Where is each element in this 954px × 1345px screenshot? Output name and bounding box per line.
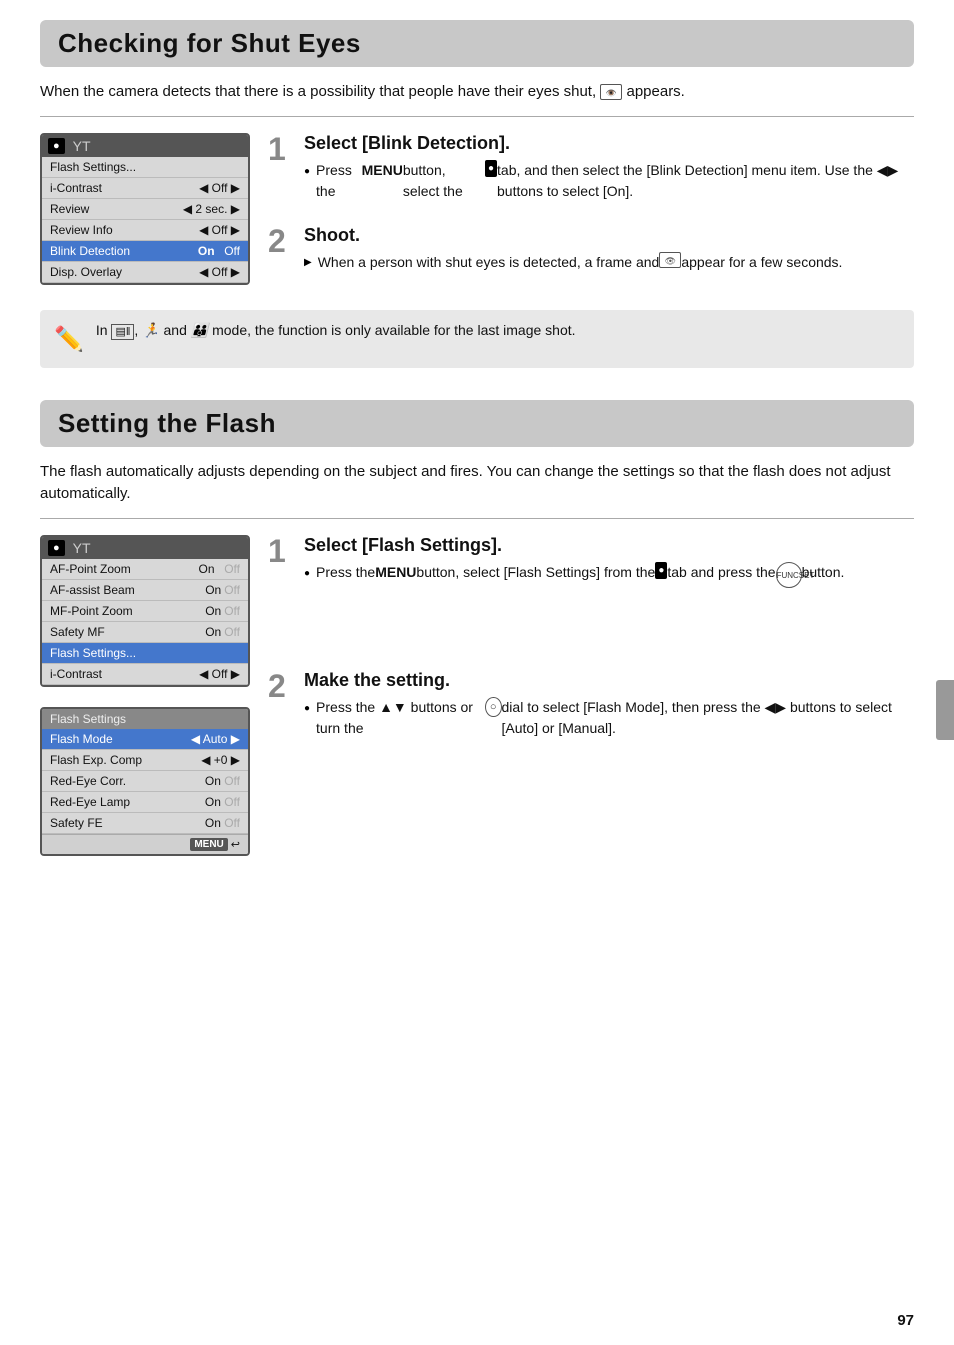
section1-header: Checking for Shut Eyes xyxy=(40,20,914,67)
step2-number: 2 xyxy=(268,225,304,257)
fs-header: Flash Settings xyxy=(42,709,248,729)
screen1-row-3: Review Info ◀ Off ▶ xyxy=(42,220,248,241)
screen1-row-1: i-Contrast ◀ Off ▶ xyxy=(42,178,248,199)
spacer xyxy=(268,610,914,670)
section2-step2: 2 Make the setting. Press the ▲▼ buttons… xyxy=(268,670,914,744)
s2-step1-content: Select [Flash Settings]. Press the MENU … xyxy=(304,535,914,592)
burst-icon: ▤‖ xyxy=(111,324,134,340)
shut-eye-icon: 👁️ xyxy=(600,84,622,100)
s2-step1-number: 1 xyxy=(268,535,304,567)
screen2-row-3: Safety MF On Off xyxy=(42,622,248,643)
camera-screen-2: ● YT AF-Point Zoom On Off AF-assist Beam… xyxy=(40,535,250,687)
camera-screen-1: ● YT Flash Settings... i-Contrast ◀ Off … xyxy=(40,133,250,285)
screen2-row-2: MF-Point Zoom On Off xyxy=(42,601,248,622)
screen2-tab-row: ● YT xyxy=(42,537,248,559)
back-arrow: ↩ xyxy=(231,838,240,851)
s2-step2-title: Make the setting. xyxy=(304,670,914,691)
section1-note: ✏️ In ▤‖, 🏃 and 👪 mode, the function is … xyxy=(40,310,914,368)
screen1-row-2: Review ◀ 2 sec. ▶ xyxy=(42,199,248,220)
s2-step1-body: Press the MENU button, select [Flash Set… xyxy=(304,562,914,588)
note-text: In ▤‖, 🏃 and 👪 mode, the function is onl… xyxy=(96,320,576,341)
section1-step1: 1 Select [Blink Detection]. Press the ME… xyxy=(268,133,914,207)
screen1-row-0: Flash Settings... xyxy=(42,157,248,178)
section2-screens: ● YT AF-Point Zoom On Off AF-assist Beam… xyxy=(40,535,250,856)
screen1-row-4: Blink Detection On Off xyxy=(42,241,248,262)
wrench-tab-icon: YT xyxy=(73,138,91,154)
mode-icon-2: 👪 xyxy=(191,322,208,338)
section1-instruction: ● YT Flash Settings... i-Contrast ◀ Off … xyxy=(40,133,914,296)
section1-title: Checking for Shut Eyes xyxy=(58,28,896,59)
camera-tab-icon: ● xyxy=(48,138,65,154)
section1-rule xyxy=(40,116,914,117)
fs-row-3: Red-Eye Lamp On Off xyxy=(42,792,248,813)
s2-step2-body: Press the ▲▼ buttons or turn the ○ dial … xyxy=(304,697,914,740)
step1-number: 1 xyxy=(268,133,304,165)
section2-intro: The flash automatically adjusts dependin… xyxy=(40,461,914,506)
wrench-tab-icon2: YT xyxy=(73,540,91,556)
screen2-row-1: AF-assist Beam On Off xyxy=(42,580,248,601)
screen1-tab-row: ● YT xyxy=(42,135,248,157)
section1: Checking for Shut Eyes When the camera d… xyxy=(40,20,914,368)
menu-btn: MENU xyxy=(190,838,227,851)
step1-body: Press the MENU button, select the ● tab,… xyxy=(304,160,914,203)
section2-instruction: ● YT AF-Point Zoom On Off AF-assist Beam… xyxy=(40,535,914,856)
screen1-image: ● YT Flash Settings... i-Contrast ◀ Off … xyxy=(40,133,250,285)
step2-title: Shoot. xyxy=(304,225,914,246)
shut-eye-icon2: 👁 xyxy=(659,252,681,268)
mode-icon-1: 🏃 xyxy=(142,322,159,338)
cam-icon-inline: ● xyxy=(485,160,497,178)
fs-row-4: Safety FE On Off xyxy=(42,813,248,834)
fs-row-1: Flash Exp. Comp ◀ +0 ▶ xyxy=(42,750,248,771)
func-btn-icon: FUNCSET xyxy=(776,562,802,588)
section1-intro: When the camera detects that there is a … xyxy=(40,81,914,104)
section1-steps: 1 Select [Blink Detection]. Press the ME… xyxy=(268,133,914,296)
cam-icon-inline2: ● xyxy=(655,562,667,580)
screen1-row-5: Disp. Overlay ◀ Off ▶ xyxy=(42,262,248,283)
section1-step2: 2 Shoot. When a person with shut eyes is… xyxy=(268,225,914,278)
section2-step1: 1 Select [Flash Settings]. Press the MEN… xyxy=(268,535,914,592)
page-number: 97 xyxy=(897,1312,914,1329)
fs-row-0: Flash Mode ◀ Auto ▶ xyxy=(42,729,248,750)
s2-step1-title: Select [Flash Settings]. xyxy=(304,535,914,556)
camera-tab-icon2: ● xyxy=(48,540,65,556)
dial-icon: ○ xyxy=(485,697,502,717)
step1-content: Select [Blink Detection]. Press the MENU… xyxy=(304,133,914,207)
screen2-row-0: AF-Point Zoom On Off xyxy=(42,559,248,580)
fs-row-2: Red-Eye Corr. On Off xyxy=(42,771,248,792)
section2-header: Setting the Flash xyxy=(40,400,914,447)
s2-step2-content: Make the setting. Press the ▲▼ buttons o… xyxy=(304,670,914,744)
section2: Setting the Flash The flash automaticall… xyxy=(40,400,914,856)
pencil-icon: ✏️ xyxy=(54,322,84,358)
screen2-row-5: i-Contrast ◀ Off ▶ xyxy=(42,664,248,685)
s2-step2-number: 2 xyxy=(268,670,304,702)
flash-settings-screen: Flash Settings Flash Mode ◀ Auto ▶ Flash… xyxy=(40,707,250,856)
screen2-row-4: Flash Settings... xyxy=(42,643,248,664)
section2-steps: 1 Select [Flash Settings]. Press the MEN… xyxy=(268,535,914,762)
fs-bottom-bar: MENU ↩ xyxy=(42,834,248,854)
section2-rule xyxy=(40,518,914,519)
side-tab xyxy=(936,680,954,740)
section2-title: Setting the Flash xyxy=(58,408,896,439)
step1-title: Select [Blink Detection]. xyxy=(304,133,914,154)
step2-body: When a person with shut eyes is detected… xyxy=(304,252,914,274)
step2-content: Shoot. When a person with shut eyes is d… xyxy=(304,225,914,278)
